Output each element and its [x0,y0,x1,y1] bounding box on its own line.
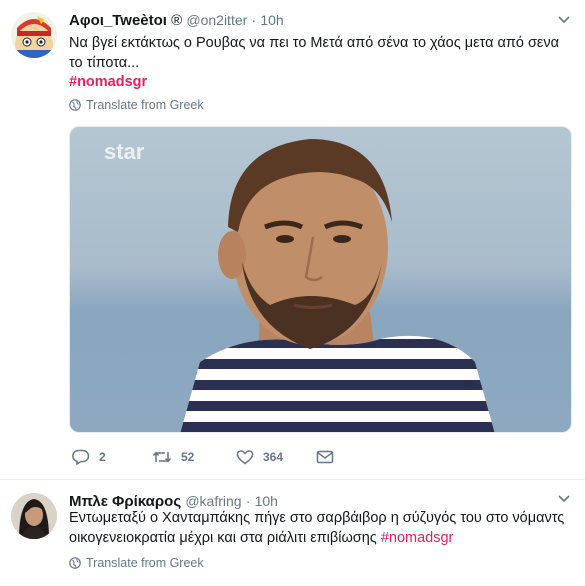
timestamp[interactable]: 10h [255,493,278,509]
translate-link[interactable]: Translate from Greek [69,556,204,570]
timestamp[interactable]: 10h [260,12,283,28]
user-avatar[interactable] [11,12,57,58]
display-name[interactable]: Αφοι_Tweètoι [69,12,167,29]
photo-man-striped-shirt: star [70,127,571,432]
envelope-icon [316,450,334,464]
globe-icon [69,557,81,569]
tweet-2[interactable]: Μπλε Φρίκαρος @kafring · 10h Εντωμεταξύ … [0,481,585,586]
woman-portrait-avatar-icon [11,493,57,539]
tweet-header: Αφοι_Tweètoι ® @on2itter · 10h [69,10,284,31]
star-watermark: star [104,139,145,164]
chevron-down-icon[interactable] [557,493,571,503]
tweet-1[interactable]: Αφοι_Tweètoι ® @on2itter · 10h Να βγεί ε… [0,0,585,480]
cartoon-avatar-icon [11,12,57,58]
name-badge: ® [171,12,183,29]
separator: · [245,493,251,509]
retweet-icon [152,451,172,463]
tweet-text: Εντωμεταξύ ο Χανταμπάκης πήγε στο σαρβάι… [69,508,569,548]
retweet-button[interactable]: 52 [152,449,236,465]
separator: · [251,12,257,28]
user-avatar[interactable] [11,493,57,539]
hashtag-link[interactable]: #nomadsgr [69,74,147,90]
chevron-down-icon[interactable] [557,14,571,24]
message-button[interactable] [316,450,334,464]
tweet-text: Να βγεί εκτάκτως ο Ρουβας να πει το Μετά… [69,35,560,71]
tweet-actions: 2 52 364 [72,449,334,465]
user-handle[interactable]: @on2itter [186,12,247,28]
user-handle[interactable]: @kafring [185,493,241,509]
like-count: 364 [263,450,284,464]
tweet-body: Εντωμεταξύ ο Χανταμπάκης πήγε στο σαρβάι… [69,510,565,546]
retweet-count: 52 [181,450,195,464]
reply-button[interactable]: 2 [72,449,152,465]
translate-label: Translate from Greek [86,98,204,112]
translate-link[interactable]: Translate from Greek [69,98,204,112]
globe-icon [69,99,81,111]
tweet-media-image[interactable]: star [69,126,572,433]
reply-count: 2 [99,450,106,464]
heart-icon [236,450,254,465]
translate-label: Translate from Greek [86,556,204,570]
like-button[interactable]: 364 [236,449,316,465]
reply-icon [72,449,90,465]
hashtag-link[interactable]: #nomadsgr [381,530,454,546]
